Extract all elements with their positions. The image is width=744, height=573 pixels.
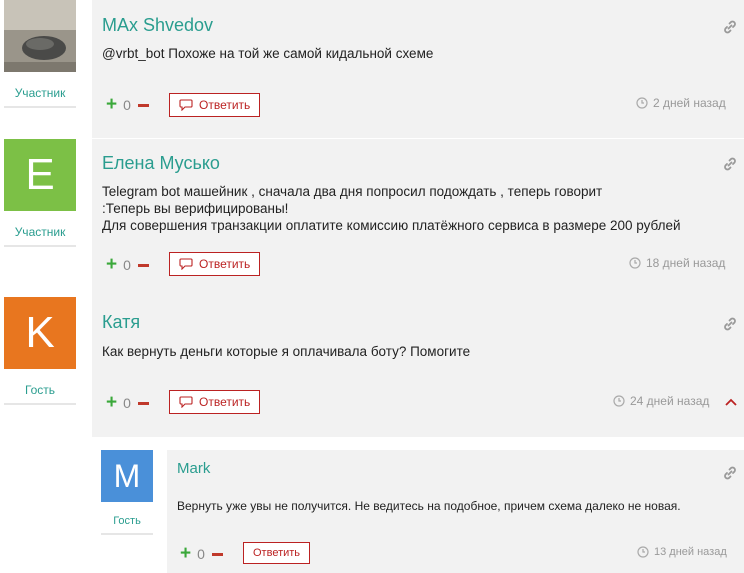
text-line: Вернуть уже увы не получится. Не ведитес… (177, 499, 681, 513)
text-line: :Теперь вы верифицированы! (102, 201, 289, 216)
comment-icon (179, 99, 193, 111)
link-icon[interactable] (722, 156, 738, 172)
avatar[interactable] (4, 0, 76, 72)
text-line: Telegram bot машейник , сначала два дня … (102, 184, 603, 199)
link-icon[interactable] (722, 316, 738, 332)
link-icon[interactable] (722, 19, 738, 35)
comment-text: Вернуть уже увы не получится. Не ведитес… (177, 498, 681, 515)
comment-body: MAx Shvedov @vrbt_bot Похоже на той же с… (92, 0, 744, 138)
author-role: Гость (4, 383, 76, 405)
comment-text: @vrbt_bot Похоже на той же самой кидальн… (102, 45, 433, 62)
comment-date: 18 дней назад (629, 256, 725, 270)
avatar-letter: M (113, 457, 141, 494)
vote-controls: + 0 (106, 94, 149, 116)
avatar-letter: E (25, 150, 55, 199)
date-text: 2 дней назад (653, 96, 726, 110)
comment-body: Елена Мусько Telegram bot машейник , сна… (92, 139, 744, 297)
avatar[interactable]: M (101, 450, 153, 502)
comment-3: K Гость Катя Как вернуть деньги которые … (0, 297, 744, 437)
reply-label: Ответить (199, 395, 251, 409)
author-sidebar: K Гость (4, 297, 76, 405)
comment-body: Mark Вернуть уже увы не получится. Не ве… (167, 450, 744, 573)
vote-count: 0 (123, 97, 131, 113)
clock-icon (613, 395, 625, 407)
author-sidebar: Участник (4, 0, 76, 108)
vote-controls: + 0 (106, 254, 149, 276)
comment-date: 2 дней назад (636, 96, 726, 110)
avatar-photo (4, 0, 76, 72)
author-role: Гость (101, 515, 153, 535)
clock-icon (637, 546, 649, 558)
vote-up-button[interactable]: + (180, 543, 191, 565)
vote-controls: + 0 (106, 392, 149, 414)
author-name[interactable]: MAx Shvedov (102, 15, 213, 36)
reply-label: Ответить (253, 547, 301, 559)
comment-icon (179, 258, 193, 270)
author-sidebar: E Участник (4, 139, 76, 247)
reply-label: Ответить (199, 257, 251, 271)
reply-button[interactable]: Ответить (169, 252, 261, 276)
vote-up-button[interactable]: + (106, 254, 117, 276)
vote-count: 0 (123, 257, 131, 273)
avatar[interactable]: E (4, 139, 76, 211)
date-text: 24 дней назад (630, 394, 710, 408)
vote-controls: + 0 (180, 543, 223, 565)
vote-up-button[interactable]: + (106, 392, 117, 414)
vote-down-button[interactable] (211, 552, 223, 556)
clock-icon (629, 257, 641, 269)
reply-button[interactable]: Ответить (169, 390, 261, 414)
date-text: 13 дней назад (654, 546, 727, 558)
vote-down-button[interactable] (137, 401, 149, 405)
text-line: Как вернуть деньги которые я оплачивала … (102, 344, 471, 359)
vote-count: 0 (197, 546, 205, 562)
link-icon[interactable] (722, 465, 738, 481)
chevron-up-icon[interactable] (724, 397, 738, 407)
comment-body: Катя Как вернуть деньги которые я оплачи… (92, 297, 744, 437)
comment-text: Telegram bot машейник , сначала два дня … (102, 183, 681, 234)
author-role: Участник (4, 225, 76, 247)
date-text: 18 дней назад (646, 256, 726, 270)
avatar[interactable]: K (4, 297, 76, 369)
author-name[interactable]: Елена Мусько (102, 153, 220, 174)
comment-date: 13 дней назад (637, 546, 727, 558)
reply-label: Ответить (199, 98, 251, 112)
text-line: @vrbt_bot Похоже на той же самой кидальн… (102, 46, 434, 61)
reply-button[interactable]: Ответить (169, 93, 261, 117)
comment-icon (179, 396, 193, 408)
vote-count: 0 (123, 395, 131, 411)
comment-reply-1: M Гость Mark Вернуть уже увы не получитс… (0, 450, 744, 573)
text-line: Для совершения транзакции оплатите комис… (102, 218, 681, 233)
vote-up-button[interactable]: + (106, 94, 117, 116)
author-name[interactable]: Mark (177, 460, 210, 477)
vote-down-button[interactable] (137, 263, 149, 267)
comment-1: Участник MAx Shvedov @vrbt_bot Похоже на… (0, 0, 744, 138)
comment-text: Как вернуть деньги которые я оплачивала … (102, 343, 470, 360)
avatar-letter: K (25, 308, 55, 357)
author-role: Участник (4, 86, 76, 108)
comment-2: E Участник Елена Мусько Telegram bot маш… (0, 139, 744, 297)
vote-down-button[interactable] (137, 103, 149, 107)
author-sidebar: M Гость (101, 450, 153, 535)
clock-icon (636, 97, 648, 109)
reply-button[interactable]: Ответить (243, 542, 311, 564)
author-name[interactable]: Катя (102, 312, 140, 333)
comment-date: 24 дней назад (613, 394, 709, 408)
